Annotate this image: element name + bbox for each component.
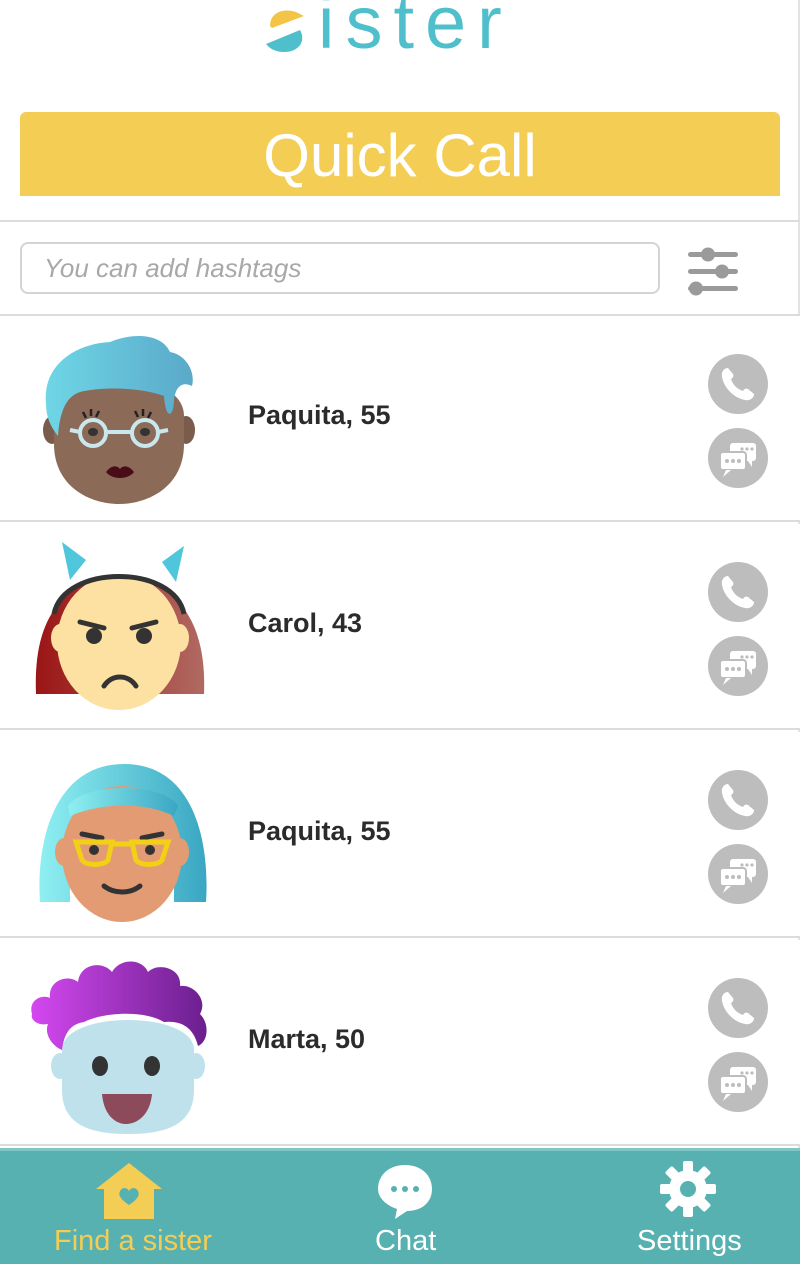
- chat-bubbles-icon: [719, 1067, 756, 1101]
- chat-bubbles-icon: [719, 651, 756, 685]
- message-button[interactable]: [708, 1052, 768, 1112]
- nav-chat[interactable]: Chat: [355, 1151, 455, 1264]
- avatar: [39, 764, 207, 922]
- nav-label: Settings: [637, 1225, 742, 1257]
- gear-icon: [660, 1161, 716, 1217]
- app-logo: ister: [0, 0, 800, 70]
- message-button[interactable]: [708, 844, 768, 904]
- chat-bubbles-icon: [719, 443, 756, 477]
- home-heart-icon: [96, 1163, 162, 1219]
- logo-wordmark: ister: [318, 0, 513, 64]
- avatar: [31, 961, 207, 1134]
- phone-icon: [721, 576, 754, 609]
- message-button[interactable]: [708, 636, 768, 696]
- call-button[interactable]: [708, 978, 768, 1038]
- hashtag-search-input[interactable]: [22, 244, 658, 292]
- bottom-navigation: Find a sister Chat Settings: [0, 1148, 800, 1264]
- contact-row[interactable]: Paquita, 55: [0, 732, 800, 938]
- quick-call-label: Quick Call: [263, 122, 537, 189]
- nav-label: Chat: [375, 1225, 437, 1257]
- sliders-icon: [688, 247, 738, 296]
- contact-name: Paquita, 55: [248, 816, 391, 846]
- phone-icon: [721, 368, 754, 401]
- quick-call-button[interactable]: Quick Call: [20, 112, 780, 196]
- contact-row[interactable]: Marta, 50: [0, 940, 800, 1146]
- call-button[interactable]: [708, 562, 768, 622]
- phone-icon: [721, 992, 754, 1025]
- app-screen: ister Quick Call You can add hashtags Pa…: [0, 0, 800, 1264]
- avatar: [35, 542, 205, 710]
- nav-find-a-sister[interactable]: Find a sister: [40, 1151, 220, 1264]
- contact-name: Paquita, 55: [248, 400, 391, 430]
- contact-row[interactable]: Carol, 43: [0, 524, 800, 730]
- avatar: [43, 336, 195, 504]
- filter-button[interactable]: [682, 244, 744, 300]
- chat-bubbles-icon: [719, 859, 756, 893]
- logo-mark-icon: [266, 10, 304, 52]
- phone-icon: [721, 784, 754, 817]
- nav-settings[interactable]: Settings: [620, 1151, 760, 1264]
- contact-row[interactable]: Paquita, 55: [0, 316, 800, 522]
- contact-name: Carol, 43: [248, 608, 363, 638]
- call-button[interactable]: [708, 770, 768, 830]
- hashtag-search-field[interactable]: [20, 242, 660, 294]
- message-button[interactable]: [708, 428, 768, 488]
- call-button[interactable]: [708, 354, 768, 414]
- nav-label: Find a sister: [54, 1225, 212, 1257]
- contact-name: Marta, 50: [248, 1024, 366, 1054]
- divider: [0, 220, 800, 222]
- chat-bubble-icon: [378, 1165, 432, 1219]
